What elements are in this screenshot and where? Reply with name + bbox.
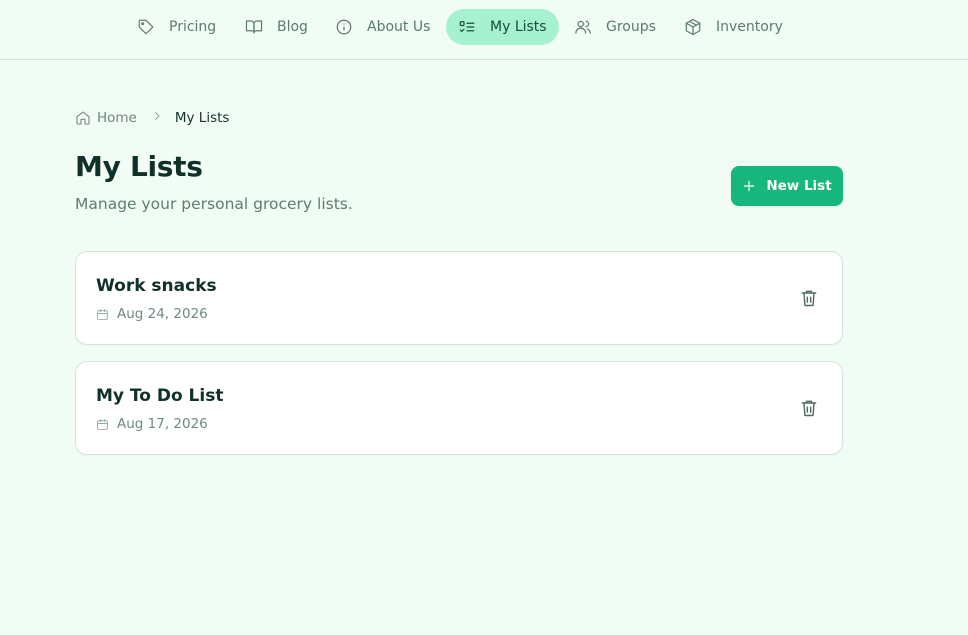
tag-icon <box>138 19 154 35</box>
delete-list-button[interactable] <box>796 395 822 421</box>
calendar-icon <box>97 418 108 430</box>
nav-item-my-lists[interactable]: My Lists <box>446 9 559 45</box>
new-list-button-label: New List <box>766 178 832 194</box>
nav-item-pricing[interactable]: Pricing <box>137 9 216 45</box>
nav-item-label: My Lists <box>490 19 547 35</box>
nav-item-label: Blog <box>277 19 308 35</box>
top-navigation: Pricing Blog About Us My Lists Groups In… <box>0 0 968 60</box>
trash-icon <box>801 400 817 417</box>
list-card-title: Work snacks <box>96 276 217 296</box>
breadcrumb-separator <box>151 110 163 126</box>
list-card[interactable]: Work snacks Aug 24, 2026 <box>75 251 843 345</box>
list-card-title: My To Do List <box>96 386 224 406</box>
breadcrumb-current: My Lists <box>174 110 230 126</box>
list-checks-icon <box>459 21 475 33</box>
nav-item-label: About Us <box>367 19 431 35</box>
list-card[interactable]: My To Do List Aug 17, 2026 <box>75 361 843 455</box>
nav-item-label: Inventory <box>716 19 783 35</box>
plus-icon <box>744 180 755 192</box>
users-icon <box>575 20 591 34</box>
nav-item-label: Pricing <box>169 19 217 35</box>
new-list-button[interactable]: New List <box>731 166 843 206</box>
nav-item-inventory[interactable]: Inventory <box>684 9 783 45</box>
calendar-icon <box>97 308 108 320</box>
page-subtitle: Manage your personal grocery lists. <box>75 195 353 213</box>
nav-item-blog[interactable]: Blog <box>245 9 308 45</box>
breadcrumb-home-link[interactable]: Home <box>97 110 137 126</box>
chevron-right-icon <box>154 112 160 120</box>
book-open-icon <box>245 20 263 34</box>
nav-item-about-us[interactable]: About Us <box>335 9 430 45</box>
page-title: My Lists <box>75 150 203 183</box>
breadcrumb: Home My Lists <box>75 108 229 128</box>
nav-item-groups[interactable]: Groups <box>574 9 656 45</box>
info-icon <box>336 19 352 35</box>
list-card-date: Aug 24, 2026 <box>96 306 208 322</box>
list-card-date: Aug 17, 2026 <box>96 416 208 432</box>
list-card-date-text: Aug 17, 2026 <box>117 416 208 432</box>
delete-list-button[interactable] <box>796 285 822 311</box>
nav-item-label: Groups <box>606 19 656 35</box>
home-icon <box>76 111 90 125</box>
trash-icon <box>801 290 817 307</box>
list-card-date-text: Aug 24, 2026 <box>117 306 208 322</box>
package-icon <box>685 18 701 36</box>
